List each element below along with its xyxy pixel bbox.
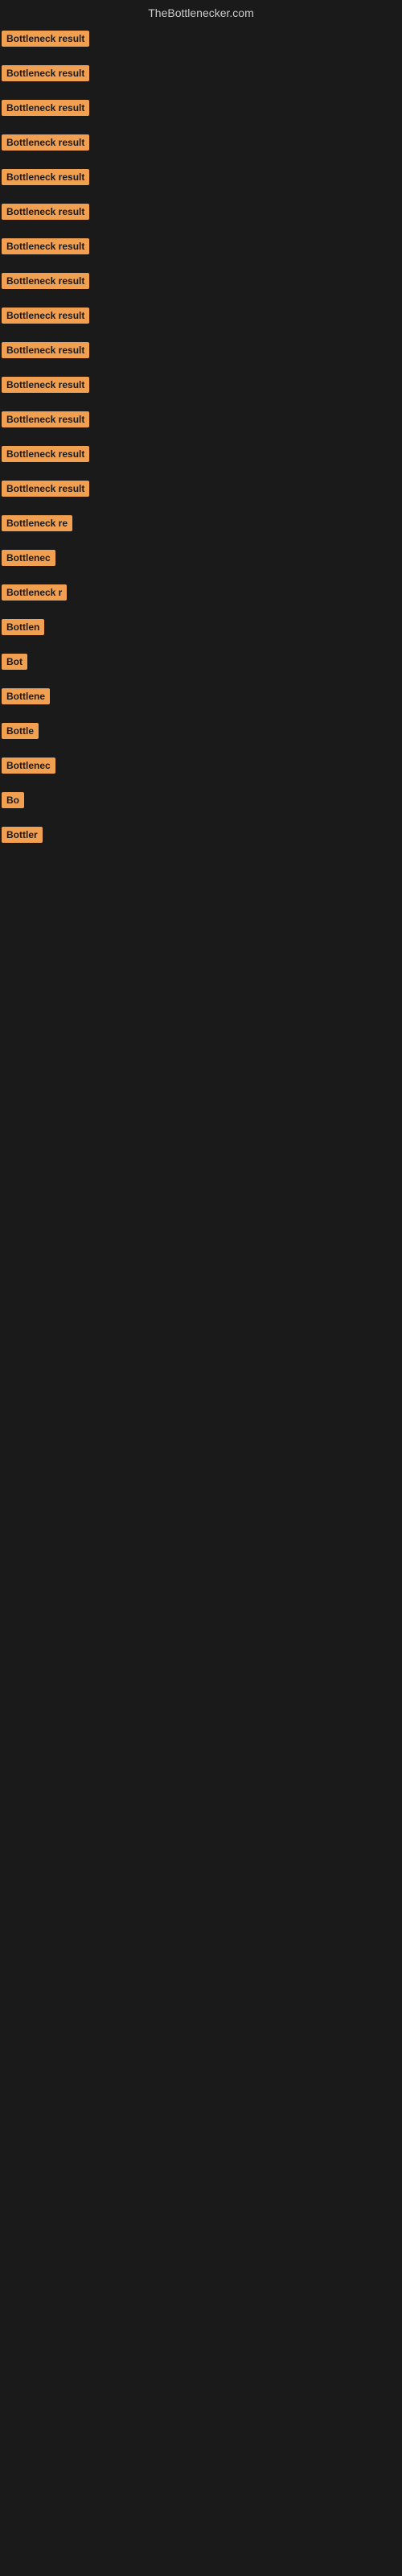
bottleneck-badge-9[interactable]: Bottleneck result xyxy=(2,308,89,324)
bottleneck-badge-1[interactable]: Bottleneck result xyxy=(2,31,89,47)
badge-row-8: Bottleneck result xyxy=(0,265,402,299)
bottleneck-badge-21[interactable]: Bottle xyxy=(2,723,39,739)
bottleneck-badge-12[interactable]: Bottleneck result xyxy=(2,411,89,427)
bottleneck-badge-7[interactable]: Bottleneck result xyxy=(2,238,89,254)
badge-row-13: Bottleneck result xyxy=(0,438,402,473)
badge-row-22: Bottlenec xyxy=(0,749,402,784)
badge-row-23: Bo xyxy=(0,784,402,819)
badge-row-1: Bottleneck result xyxy=(0,23,402,57)
badge-row-19: Bot xyxy=(0,646,402,680)
badge-row-5: Bottleneck result xyxy=(0,161,402,196)
bottleneck-badge-18[interactable]: Bottlen xyxy=(2,619,44,635)
bottleneck-badge-2[interactable]: Bottleneck result xyxy=(2,65,89,81)
site-title: TheBottlenecker.com xyxy=(0,0,402,23)
page-container: TheBottlenecker.com Bottleneck resultBot… xyxy=(0,0,402,2576)
bottleneck-badge-16[interactable]: Bottlenec xyxy=(2,550,55,566)
badge-row-11: Bottleneck result xyxy=(0,369,402,403)
bottleneck-badge-20[interactable]: Bottlene xyxy=(2,688,50,704)
bottleneck-badge-17[interactable]: Bottleneck r xyxy=(2,584,67,601)
bottleneck-badge-10[interactable]: Bottleneck result xyxy=(2,342,89,358)
badge-row-9: Bottleneck result xyxy=(0,299,402,334)
badge-row-17: Bottleneck r xyxy=(0,576,402,611)
bottleneck-badge-14[interactable]: Bottleneck result xyxy=(2,481,89,497)
bottleneck-badge-24[interactable]: Bottler xyxy=(2,827,43,843)
bottleneck-badge-19[interactable]: Bot xyxy=(2,654,27,670)
badge-row-14: Bottleneck result xyxy=(0,473,402,507)
bottleneck-badge-4[interactable]: Bottleneck result xyxy=(2,134,89,151)
bottleneck-badge-23[interactable]: Bo xyxy=(2,792,24,808)
badge-row-18: Bottlen xyxy=(0,611,402,646)
badges-container: Bottleneck result Bottleneck result Bottle… xyxy=(0,23,402,853)
badge-row-24: Bottler xyxy=(0,819,402,853)
bottleneck-badge-3[interactable]: Bottleneck result xyxy=(2,100,89,116)
badge-row-20: Bottlene xyxy=(0,680,402,715)
bottleneck-badge-5[interactable]: Bottleneck result xyxy=(2,169,89,185)
badge-row-12: Bottleneck result xyxy=(0,403,402,438)
badge-row-10: Bottleneck result xyxy=(0,334,402,369)
bottleneck-badge-22[interactable]: Bottlenec xyxy=(2,758,55,774)
bottleneck-badge-6[interactable]: Bottleneck result xyxy=(2,204,89,220)
badge-row-6: Bottleneck result xyxy=(0,196,402,230)
badge-row-7: Bottleneck result xyxy=(0,230,402,265)
badge-row-3: Bottleneck result xyxy=(0,92,402,126)
badge-row-21: Bottle xyxy=(0,715,402,749)
bottleneck-badge-8[interactable]: Bottleneck result xyxy=(2,273,89,289)
bottleneck-badge-13[interactable]: Bottleneck result xyxy=(2,446,89,462)
bottleneck-badge-11[interactable]: Bottleneck result xyxy=(2,377,89,393)
bottleneck-badge-15[interactable]: Bottleneck re xyxy=(2,515,72,531)
badge-row-15: Bottleneck re xyxy=(0,507,402,542)
badge-row-4: Bottleneck result xyxy=(0,126,402,161)
badge-row-16: Bottlenec xyxy=(0,542,402,576)
badge-row-2: Bottleneck result xyxy=(0,57,402,92)
